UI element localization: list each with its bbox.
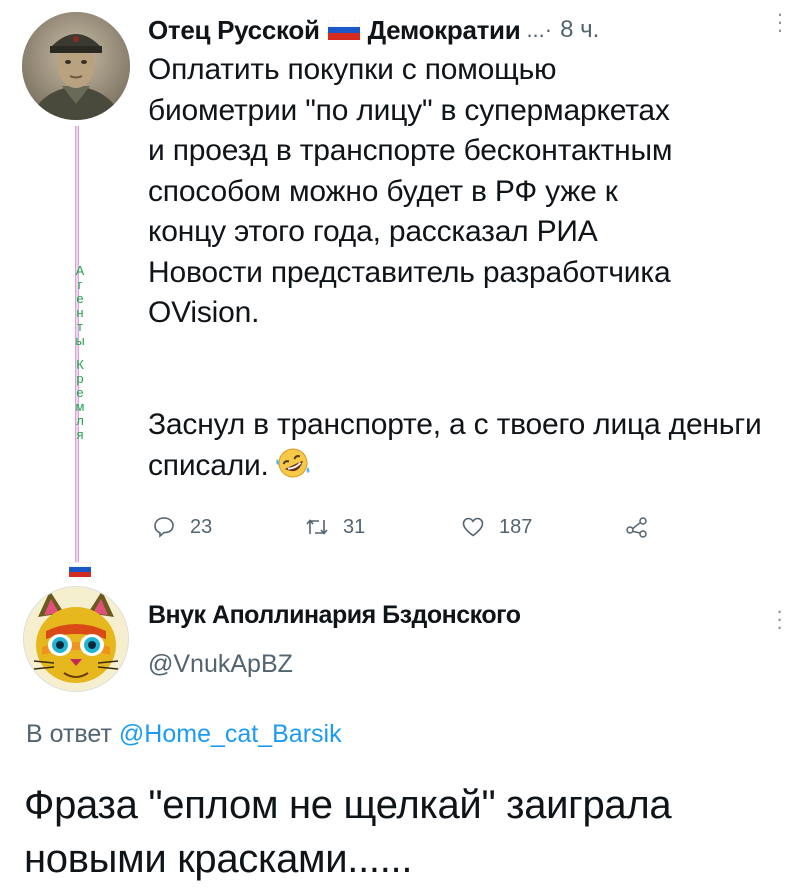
reply-prefix: В ответ	[26, 720, 112, 748]
thread-letter: А	[75, 263, 85, 278]
author-avatar[interactable]	[23, 586, 129, 692]
tweet-header: Отец Русской Демократии ...· 8 ч.	[148, 10, 778, 50]
thread-letter: я	[76, 427, 84, 442]
reply-count: 23	[190, 515, 213, 538]
author-handle[interactable]: @VnukApBZ	[148, 650, 293, 679]
author-name[interactable]: Внук Аполлинария Бздонского	[148, 601, 521, 630]
tweet-body-text: Заснул в транспорте, а с твоего лица ден…	[148, 408, 762, 482]
share-icon	[626, 517, 647, 538]
thread-letter: г	[77, 277, 83, 292]
thread-letter: К	[76, 357, 84, 372]
like-button[interactable]: 187	[461, 509, 532, 545]
like-count: 187	[499, 515, 533, 538]
reply-to-link[interactable]: @Home_cat_Barsik	[119, 720, 342, 748]
reply-button[interactable]: 23	[152, 509, 212, 545]
retweet-icon	[306, 519, 328, 535]
tweet-body-paragraph-2: Заснул в транспорте, а с твоего лица ден…	[148, 405, 778, 486]
rolling-on-floor-laughing-icon	[275, 448, 310, 477]
author-name-continued[interactable]: Демократии	[368, 15, 521, 46]
thread-letter: е	[76, 291, 84, 306]
retweet-button[interactable]: 31	[305, 509, 365, 545]
heart-icon	[462, 517, 484, 537]
tweet-actions: 23 31 187	[152, 509, 712, 545]
thread-letter: м	[75, 399, 85, 414]
tweet-timestamp[interactable]: 8 ч.	[560, 16, 599, 44]
russian-flag-icon	[327, 20, 360, 40]
share-button[interactable]	[625, 509, 663, 545]
tweet-body: Оплатить покупки с помощью биометрии "по…	[148, 53, 673, 329]
soldier-portrait-icon	[22, 12, 130, 120]
author-avatar[interactable]	[22, 12, 130, 120]
thread-letters: А г е н т ы К р е м л я	[70, 264, 90, 442]
reply-icon	[154, 517, 174, 538]
author-name[interactable]: Отец Русской	[148, 15, 320, 46]
retweet-count: 31	[343, 515, 366, 538]
tweet-body: Фраза "еплом не щелкай" заиграла новыми …	[24, 783, 672, 881]
reply-context: В ответ @Home_cat_Barsik	[26, 720, 342, 749]
thread-letter: т	[77, 319, 83, 334]
truncation-separator: ...·	[526, 17, 553, 42]
thread-letter: р	[76, 371, 84, 386]
thread-letter: е	[76, 385, 84, 400]
more-options-icon[interactable]: · · ·	[776, 600, 783, 638]
more-options-icon[interactable]: · · ·	[776, 3, 783, 41]
thread-letter: л	[76, 413, 84, 428]
russian-flag-icon	[69, 562, 91, 577]
thread-letter: н	[76, 305, 84, 320]
thread-letter: ы	[75, 333, 85, 348]
cat-portrait-icon	[24, 587, 128, 691]
